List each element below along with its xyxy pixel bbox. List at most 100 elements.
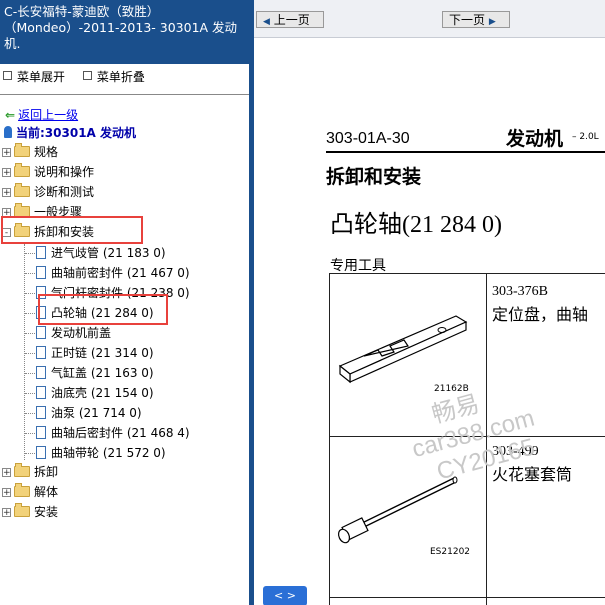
tree-connector (25, 293, 35, 294)
tree-connector (25, 273, 35, 274)
triangle-right-icon: ▶ (488, 17, 496, 27)
folder-icon (14, 163, 30, 177)
doc-number: 303-01A-30 (326, 130, 410, 147)
tree-item-engine-front-cover[interactable]: 发动机前盖 (36, 324, 111, 342)
back-link-label: 返回上一级 (18, 108, 79, 122)
panel-toggle-button[interactable]: < > (263, 586, 307, 605)
tree-item-label: 气缸盖 (21 163 0) (51, 366, 154, 380)
divider (0, 94, 249, 95)
document-icon (36, 406, 46, 419)
document-icon (36, 326, 46, 339)
heading-rule (326, 151, 605, 153)
tree-item-label: 曲轴带轮 (21 572 0) (51, 446, 166, 460)
menu-collapse-label: 菜单折叠 (96, 70, 145, 84)
expand-toggle-icon[interactable]: + (2, 168, 11, 178)
procedure-title: 凸轮轴(21 284 0) (330, 212, 502, 238)
tool-code: 303-376B (492, 284, 548, 299)
collapse-icon (82, 71, 92, 80)
tree-connector (25, 333, 35, 334)
menu-expand-button[interactable]: 菜单展开 (3, 68, 65, 85)
tree-item-oil-pump[interactable]: 油泵 (21 714 0) (36, 404, 142, 422)
tree-item-intake-manifold[interactable]: 进气歧管 (21 183 0) (36, 244, 166, 262)
spark-plug-socket-image (337, 476, 458, 544)
special-tools-label: 专用工具 (330, 258, 386, 274)
tree-item-label: 进气歧管 (21 183 0) (51, 246, 166, 260)
tree-node-label: 安装 (34, 505, 59, 519)
triangle-left-icon: ◀ (263, 17, 270, 27)
document-icon (36, 346, 46, 359)
menu-expand-label: 菜单展开 (17, 70, 66, 84)
tree-connector (24, 244, 26, 460)
next-page-label: 下一页 (449, 13, 486, 27)
tree-item-front-crank-seal[interactable]: 曲轴前密封件 (21 467 0) (36, 264, 190, 282)
table-divider (486, 274, 487, 605)
folder-icon (14, 183, 30, 197)
tree-node-label: 解体 (34, 485, 59, 499)
prev-page-label: 上一页 (273, 13, 310, 27)
document-view: ◀ 上一页 下一页 ▶ 303-01A-30 发动机 – 2.0L 拆卸和安装 … (254, 0, 605, 605)
tree-item-label: 曲轴后密封件 (21 468 4) (51, 426, 190, 440)
folder-icon (14, 483, 30, 497)
expand-toggle-icon[interactable]: + (2, 188, 11, 198)
tree-node-disassembly[interactable]: + 解体 (2, 483, 58, 501)
document-icon (36, 446, 46, 459)
tree-node-label: 拆卸 (34, 465, 59, 479)
table-divider (330, 436, 605, 437)
tree-node-description[interactable]: + 说明和操作 (2, 163, 94, 181)
document-title-bar: C-长安福特-蒙迪欧（致胜）（Mondeo）-2011-2013- 30301A… (0, 0, 249, 64)
tree-node-label: 诊断和测试 (34, 185, 95, 199)
doc-name: 发动机 (506, 128, 564, 150)
tool-image-id: ES21202 (430, 547, 471, 557)
tree-item-label: 油底壳 (21 154 0) (51, 386, 154, 400)
tree-item-cylinder-head[interactable]: 气缸盖 (21 163 0) (36, 364, 154, 382)
tree-node-installation[interactable]: + 安装 (2, 503, 58, 521)
tree-connector (25, 313, 35, 314)
tree-connector (25, 453, 35, 454)
tree-item-rear-crank-seal[interactable]: 曲轴后密封件 (21 468 4) (36, 424, 190, 442)
tree-connector (25, 353, 35, 354)
tree-connector (25, 393, 35, 394)
folder-icon (14, 463, 30, 477)
tree-item-crank-pulley[interactable]: 曲轴带轮 (21 572 0) (36, 444, 166, 462)
prev-page-button[interactable]: ◀ 上一页 (256, 11, 324, 28)
menu-controls: 菜单展开 菜单折叠 (3, 68, 159, 85)
doc-suffix: – 2.0L (572, 132, 599, 142)
page-nav-bar: ◀ 上一页 下一页 ▶ (254, 0, 605, 38)
back-link[interactable]: ⇐ 返回上一级 (5, 106, 78, 123)
document-title: C-长安福特-蒙迪欧（致胜）（Mondeo）-2011-2013- 30301A… (4, 4, 238, 51)
tree-node-label: 说明和操作 (34, 165, 95, 179)
tree-item-label: 正时链 (21 314 0) (51, 346, 154, 360)
tree-node-diagnosis[interactable]: + 诊断和测试 (2, 183, 94, 201)
expand-toggle-icon[interactable]: + (2, 508, 11, 518)
tree-connector (25, 373, 35, 374)
back-arrow-icon: ⇐ (5, 108, 16, 122)
tree-item-oil-pan[interactable]: 油底壳 (21 154 0) (36, 384, 154, 402)
table-divider (330, 597, 605, 598)
location-pin-icon (4, 126, 12, 138)
menu-collapse-button[interactable]: 菜单折叠 (82, 68, 145, 85)
tree-connector (25, 413, 35, 414)
left-nav-panel: C-长安福特-蒙迪欧（致胜）（Mondeo）-2011-2013- 30301A… (0, 0, 249, 605)
tree-node-specs[interactable]: + 规格 (2, 143, 58, 161)
document-icon (36, 386, 46, 399)
current-location: 当前:30301A 发动机 (4, 124, 136, 141)
expand-toggle-icon[interactable]: + (2, 488, 11, 498)
expand-icon (3, 71, 12, 80)
tree-item-timing-chain[interactable]: 正时链 (21 314 0) (36, 344, 154, 362)
tool-image-id: 21162B (434, 384, 469, 394)
expand-toggle-icon[interactable]: + (2, 468, 11, 478)
highlight-box (38, 294, 168, 325)
highlight-box (1, 216, 143, 244)
tool-code: 303-499 (492, 444, 539, 459)
expand-toggle-icon[interactable]: + (2, 148, 11, 158)
document-icon (36, 266, 46, 279)
section-title: 拆卸和安装 (326, 166, 422, 188)
tree-item-label: 曲轴前密封件 (21 467 0) (51, 266, 190, 280)
crank-alignment-plate-image (338, 315, 468, 384)
tree-node-removal[interactable]: + 拆卸 (2, 463, 58, 481)
current-location-label: 当前:30301A 发动机 (16, 126, 137, 140)
tree-node-label: 规格 (34, 145, 59, 159)
folder-icon (14, 503, 30, 517)
next-page-button[interactable]: 下一页 ▶ (442, 11, 510, 28)
tool-name: 火花塞套筒 (492, 467, 573, 484)
